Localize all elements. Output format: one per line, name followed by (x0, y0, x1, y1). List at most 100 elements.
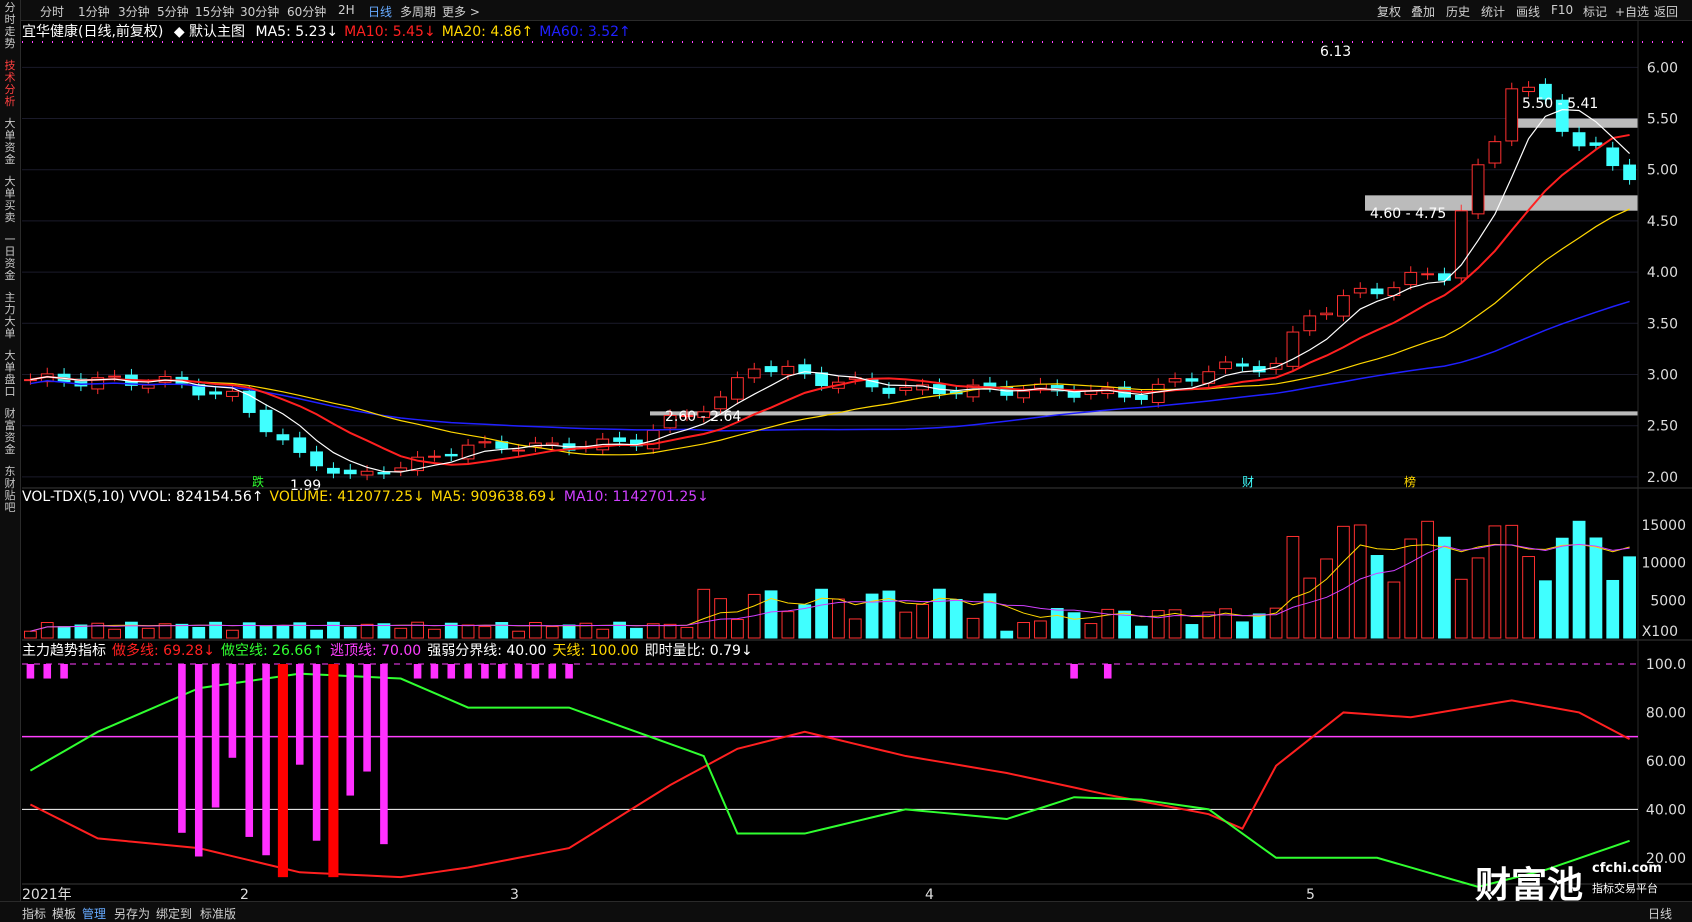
volume-bar (1017, 622, 1030, 639)
volume-bar (1404, 538, 1418, 639)
volume-bar (310, 629, 323, 639)
bottom-tab-1[interactable]: 模板 (52, 905, 76, 922)
vol-unit-label: X100 (1642, 624, 1678, 640)
volume-bar (899, 611, 913, 639)
indicator-bar (413, 664, 422, 679)
ma-legend-3: MA60: 3.52↑ (539, 24, 631, 40)
watermark-brand: 财富池 (1475, 865, 1584, 906)
volume-bar (1337, 525, 1350, 639)
vol-tick-label: 5000 (1650, 593, 1686, 609)
volume-bar (697, 588, 711, 639)
volume-bar (731, 619, 744, 639)
bottom-tab-5[interactable]: 标准版 (200, 905, 236, 922)
candle-body (747, 368, 761, 379)
volume-bar (1135, 625, 1148, 639)
volume-bar (1623, 556, 1636, 639)
candle-body (108, 375, 121, 378)
candle-body (764, 366, 778, 373)
volume-bar (545, 626, 559, 639)
zone-2.60-2.64 (650, 411, 1638, 416)
indicator-bar (380, 664, 388, 845)
stock-title: 宜华健康(日线,前复权) (22, 24, 164, 40)
chart-canvas[interactable]: 6.00 5.50 5.00 4.50 4.00 3.50 3.00 2.50 2.00 6.13… (0, 0, 1692, 921)
candle-body (1505, 88, 1519, 142)
volume-bar (1522, 556, 1535, 639)
zone-5.50-5.41 (1510, 118, 1638, 128)
volume-bar (276, 625, 290, 639)
candle-body (1337, 295, 1350, 317)
candle-body (478, 441, 492, 444)
price-tick-label: 4.00 (1647, 265, 1678, 281)
bottom-tab-4[interactable]: 绑定到 (156, 905, 192, 922)
volume-bar (343, 626, 357, 639)
volume-bar (798, 604, 812, 639)
indicator-bar (548, 664, 557, 679)
volume-bar (815, 588, 828, 639)
volume-bar (848, 618, 862, 639)
bottom-tab-2[interactable]: 管理 (82, 905, 106, 922)
candle-body (1219, 361, 1232, 370)
candle-body (1471, 164, 1485, 215)
volume-bar (613, 621, 626, 639)
candle-body (731, 377, 744, 400)
volume-bar (966, 617, 980, 639)
indicator-legend: 主力趋势指标 做多线: 69.28↓ 做空线: 26.66↑ 逃顶线: 70.00 强弱… (22, 640, 759, 660)
indicator-bar (1103, 664, 1112, 679)
indicator-bar (312, 664, 321, 841)
indicator-bar (43, 664, 52, 679)
indicator-bar (346, 664, 355, 796)
volume-bar (1387, 581, 1401, 639)
volume-bar (57, 626, 71, 639)
candle-body (1623, 164, 1636, 181)
bottom-tab-0[interactable]: 指标 (22, 905, 46, 922)
indicator-bar (514, 664, 523, 679)
vol-tick-label: 15000 (1641, 518, 1686, 534)
volume-bar (1454, 578, 1468, 639)
volume-bar (1236, 621, 1249, 639)
indicator-bar (447, 664, 456, 679)
candle-body (377, 471, 391, 475)
candle-body (1151, 383, 1165, 403)
zone1-label: 5.50 - 5.41 (1522, 96, 1598, 112)
volume-bar (1438, 536, 1451, 639)
period-label: 日线 (1648, 907, 1673, 921)
volume-bar (259, 625, 273, 639)
ma-legend-2: MA20: 4.86↑ (441, 24, 534, 40)
candle-body (714, 396, 727, 410)
indicator-bar (430, 664, 439, 679)
volume-bar (529, 622, 542, 639)
volume-bar (1050, 608, 1064, 639)
volume-bar (1303, 577, 1317, 639)
price-tick-label: 3.00 (1647, 368, 1678, 384)
vol-legend-2: MA5: 909638.69↓ (430, 489, 558, 505)
candle-body (1017, 390, 1030, 399)
candle-body (815, 372, 828, 387)
volume-bar (1034, 620, 1047, 639)
bottom-tab-3[interactable]: 另存为 (114, 905, 150, 922)
volume-bar (1000, 630, 1014, 639)
main-chart-selector[interactable]: ◆ 默认主图 (174, 24, 245, 40)
price-tick-label: 3.50 (1647, 316, 1678, 332)
volume-bar (24, 630, 37, 639)
volume-bar (714, 598, 727, 639)
volume-bar (1572, 520, 1586, 639)
mark-die: 跌 (252, 474, 264, 489)
indicator-bar (26, 664, 35, 679)
ind-legend-5: 天线: 100.00 (552, 643, 639, 659)
ind-legend-1: 做多线: 69.28↓ (112, 643, 215, 659)
candle-body (327, 467, 340, 474)
volume-bar (1505, 524, 1519, 639)
mark-bang: 榜 (1404, 474, 1416, 489)
candle-body (259, 409, 273, 433)
vol-legend-3: MA10: 1142701.25↓ (563, 489, 709, 505)
volume-bar (108, 628, 121, 639)
indicator-bar (194, 664, 203, 857)
bear-line (29, 672, 1630, 888)
candle-body (1572, 132, 1586, 147)
volume-bar (1555, 537, 1569, 639)
volume-bar (192, 626, 206, 639)
indicator-bar (277, 664, 288, 878)
volume-bar (1471, 557, 1485, 639)
volume-bar (949, 598, 963, 639)
candle-body (1370, 288, 1384, 295)
